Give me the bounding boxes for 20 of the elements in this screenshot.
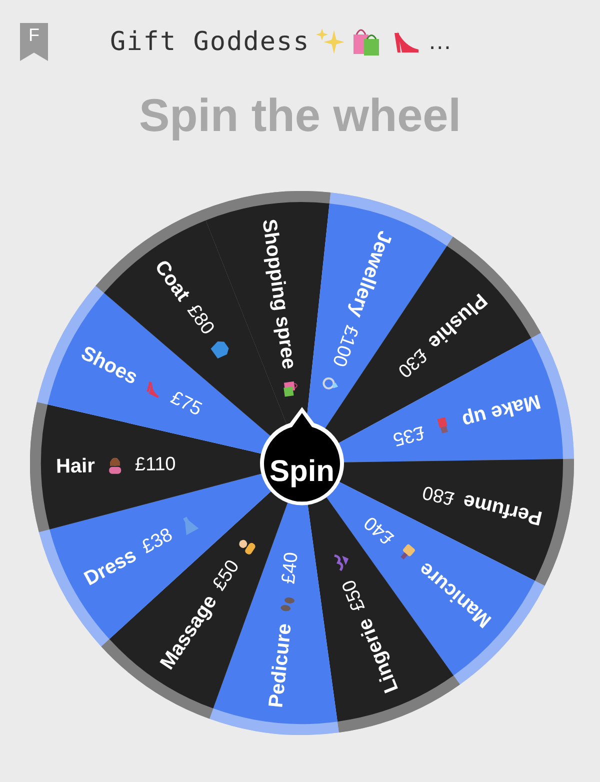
segment-price: £100 [327,321,364,370]
segment-label: Shopping spree [256,217,302,372]
shopping-bags-icon [352,27,382,57]
page-heading: Spin the wheel [138,88,462,143]
segment-label: Hair [56,454,96,480]
segment-price: £50 [337,576,370,616]
segment-label: Pedicure [264,622,297,710]
segment-price: £40 [277,550,304,586]
segment-price: £35 [390,420,428,452]
segment-label: Perfume [460,488,546,531]
segment-label: Make up [458,388,544,434]
segment-price: £110 [134,452,176,478]
chat-title: Gift Goddess [110,26,310,58]
segment-price: £80 [182,300,220,341]
segment-price: £40 [359,510,399,551]
more-text[interactable]: … [428,30,452,54]
segment-price: £30 [392,344,432,384]
segment-price: £75 [166,386,206,422]
segment-price: £50 [208,555,245,596]
segment-price: £80 [420,480,458,511]
